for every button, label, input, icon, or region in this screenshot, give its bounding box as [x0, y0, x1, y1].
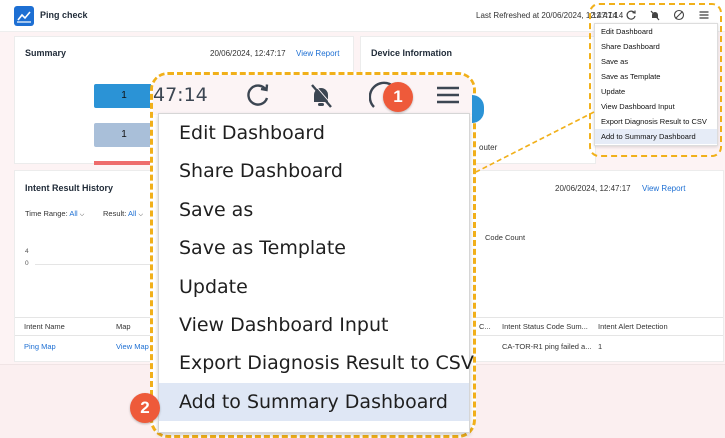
small-menu-share-dashboard[interactable]: Share Dashboard — [595, 39, 717, 54]
menu-save-as-template[interactable]: Save as Template — [159, 229, 469, 267]
col-intent-name[interactable]: Intent Name — [24, 322, 65, 331]
row-alert-detection: 1 — [598, 342, 603, 351]
chevron-down-icon: ⌵ — [79, 212, 85, 218]
menu-add-to-summary-dashboard[interactable]: Add to Summary Dashboard — [159, 382, 469, 422]
zoomed-dropdown-menu: Edit Dashboard Share Dashboard Save as S… — [158, 113, 474, 433]
no-alert-icon[interactable] — [673, 9, 685, 21]
row-view-map-link[interactable]: View Map — [116, 342, 149, 351]
summary-block-1[interactable]: 1 — [94, 84, 154, 108]
history-timestamp: 20/06/2024, 12:47:17 — [555, 184, 631, 193]
time-range-value: All — [69, 209, 78, 218]
history-title: Intent Result History — [25, 183, 114, 193]
small-menu-export-diagnosis-csv[interactable]: Export Diagnosis Result to CSV — [595, 114, 717, 129]
step-badge-2: 2 — [130, 393, 160, 423]
time-range-filter[interactable]: Time Range: All ⌵ — [25, 209, 84, 219]
menu-view-dashboard-input[interactable]: View Dashboard Input — [159, 306, 469, 344]
small-dropdown-menu: Edit Dashboard Share Dashboard Save as S… — [594, 23, 718, 146]
refresh-icon[interactable] — [243, 81, 273, 109]
row-status-summary: CA-TOR-R1 ping failed a... — [502, 342, 592, 351]
menu-save-as[interactable]: Save as — [159, 191, 469, 229]
y-axis-tick-4: 4 — [25, 248, 29, 255]
summary-timestamp: 20/06/2024, 12:47:17 — [210, 49, 286, 58]
chart-baseline — [35, 264, 155, 265]
chart-app-icon — [14, 6, 34, 26]
bell-off-icon[interactable] — [649, 9, 661, 21]
step-badge-1: 1 — [383, 82, 413, 112]
small-menu-add-to-summary[interactable]: Add to Summary Dashboard — [595, 129, 717, 144]
summary-block-2-value: 1 — [121, 129, 127, 140]
summary-block-2[interactable]: 1 — [94, 123, 154, 147]
hamburger-menu-icon[interactable] — [433, 81, 463, 109]
refresh-icon[interactable] — [625, 9, 637, 21]
result-value: All — [128, 209, 137, 218]
menu-edit-dashboard[interactable]: Edit Dashboard — [159, 114, 469, 152]
col-intent-alert-detection[interactable]: Intent Alert Detection — [598, 322, 668, 331]
menu-export-diagnosis-csv[interactable]: Export Diagnosis Result to CSV — [159, 344, 474, 382]
partial-column-title: Code Count — [485, 233, 526, 242]
y-axis-tick-0: 0 — [25, 260, 29, 267]
summary-title: Summary — [25, 48, 67, 58]
col-intent-status-code-sum[interactable]: Intent Status Code Sum... — [502, 322, 588, 331]
dashboard-title: Ping check — [40, 10, 88, 20]
summary-block-1-value: 1 — [121, 90, 127, 101]
hamburger-menu-icon[interactable] — [698, 9, 710, 21]
toolbar-time-fragment: 12:47:14 — [592, 11, 624, 20]
summary-block-3[interactable] — [94, 161, 154, 165]
callout-connector — [475, 111, 595, 173]
small-menu-view-dashboard-input[interactable]: View Dashboard Input — [595, 99, 717, 114]
menu-update[interactable]: Update — [159, 268, 469, 306]
history-view-report-link[interactable]: View Report — [642, 184, 685, 193]
device-info-title: Device Information — [371, 48, 453, 58]
bell-off-icon[interactable] — [306, 81, 336, 109]
col-status-code[interactable]: C... — [479, 322, 491, 331]
result-filter[interactable]: Result: All ⌵ — [103, 209, 143, 219]
small-menu-save-as[interactable]: Save as — [595, 54, 717, 69]
chevron-down-icon: ⌵ — [138, 212, 144, 218]
summary-view-report-link[interactable]: View Report — [296, 49, 339, 58]
row-intent-name-link[interactable]: Ping Map — [24, 342, 56, 351]
zoom-time-fragment: 47:14 — [153, 84, 208, 106]
menu-share-dashboard[interactable]: Share Dashboard — [159, 152, 469, 190]
small-menu-edit-dashboard[interactable]: Edit Dashboard — [595, 24, 717, 39]
time-range-label: Time Range: — [25, 209, 68, 218]
col-map[interactable]: Map — [116, 322, 131, 331]
small-menu-update[interactable]: Update — [595, 84, 717, 99]
small-menu-save-as-template[interactable]: Save as Template — [595, 69, 717, 84]
result-label: Result: — [103, 209, 127, 218]
